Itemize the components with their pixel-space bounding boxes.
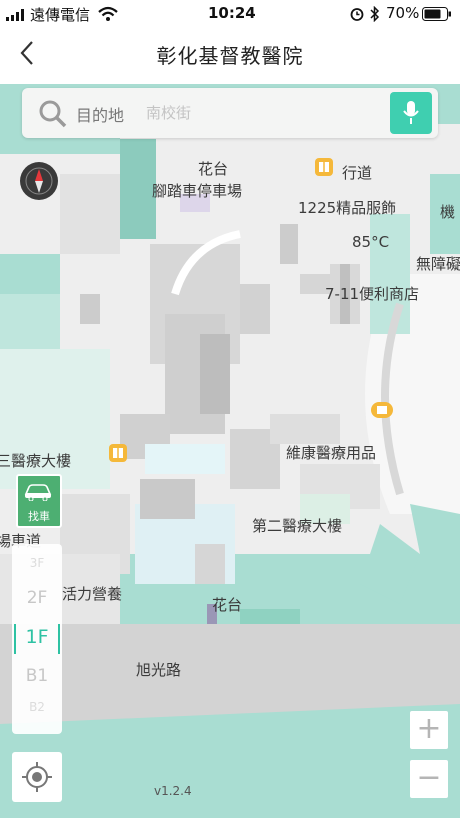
label-medical-supply: 維康醫療用品: [286, 444, 377, 462]
compass-icon: [25, 167, 53, 195]
battery-percent: 70%: [386, 4, 420, 22]
destination-input[interactable]: [144, 101, 388, 125]
compass-button[interactable]: [20, 162, 58, 200]
label-nutrition: 活力營養: [62, 585, 123, 603]
floor-b2[interactable]: B2: [12, 700, 62, 714]
plaza-icon[interactable]: [370, 399, 394, 421]
alarm-icon: [350, 8, 364, 21]
floor-2f[interactable]: 2F: [12, 588, 62, 608]
zoom-out-button[interactable]: −: [410, 760, 448, 798]
status-bar: 遠傳電信 10:24 70%: [0, 0, 460, 28]
search-icon: [39, 100, 67, 128]
label-convenience-store: 7-11便利商店: [325, 285, 420, 303]
label-clothing-shop: 1225精品服飾: [298, 199, 397, 217]
walkway-icon[interactable]: [314, 157, 334, 179]
car-icon: [24, 484, 52, 501]
floor-selected-bracket: [14, 624, 60, 654]
label-accessible: 無障礙: [416, 255, 460, 273]
label-walkway: 行道: [342, 164, 373, 182]
locate-me-button[interactable]: [12, 752, 62, 802]
wifi-icon: [98, 6, 118, 21]
microphone-icon: [403, 101, 419, 124]
label-second-building: 第二醫療大樓: [252, 517, 343, 535]
bluetooth-icon: [370, 6, 380, 22]
find-car-button[interactable]: 找車: [16, 474, 62, 528]
navigation-bar: 彰化基督教醫院: [0, 28, 460, 84]
floor-b1[interactable]: B1: [12, 666, 62, 686]
battery-icon: [422, 7, 451, 21]
page-title: 彰化基督教醫院: [156, 44, 304, 68]
clock: 10:24: [208, 4, 256, 22]
label-cafe: 85°C: [352, 233, 390, 251]
signal-icon: [6, 9, 24, 21]
destination-label: 目的地: [76, 106, 125, 125]
carrier-name: 遠傳電信: [30, 6, 91, 24]
label-flower-bed-bottom: 花台: [212, 596, 243, 614]
crosshair-icon: [22, 762, 52, 792]
destination-search-bar: 目的地: [22, 88, 438, 138]
floor-selector[interactable]: 3F 2F 1F B1 B2: [12, 544, 62, 734]
label-flower-bed-top: 花台: [198, 160, 229, 178]
label-third-building: 三醫療大樓: [0, 452, 72, 470]
floor-3f[interactable]: 3F: [12, 556, 62, 570]
voice-search-button[interactable]: [390, 92, 432, 134]
zoom-in-button[interactable]: +: [410, 711, 448, 749]
third-building-icon[interactable]: [108, 443, 128, 465]
find-car-label: 找車: [28, 510, 50, 523]
indoor-map[interactable]: 花台 行道 腳踏車停車場 1225精品服飾 機 85°C 無障礙 7-11便利商…: [0, 84, 460, 818]
label-machine: 機: [440, 203, 456, 221]
version-label: v1.2.4: [154, 784, 192, 798]
label-bike-parking: 腳踏車停車場: [152, 182, 243, 200]
label-road: 旭光路: [136, 661, 182, 679]
